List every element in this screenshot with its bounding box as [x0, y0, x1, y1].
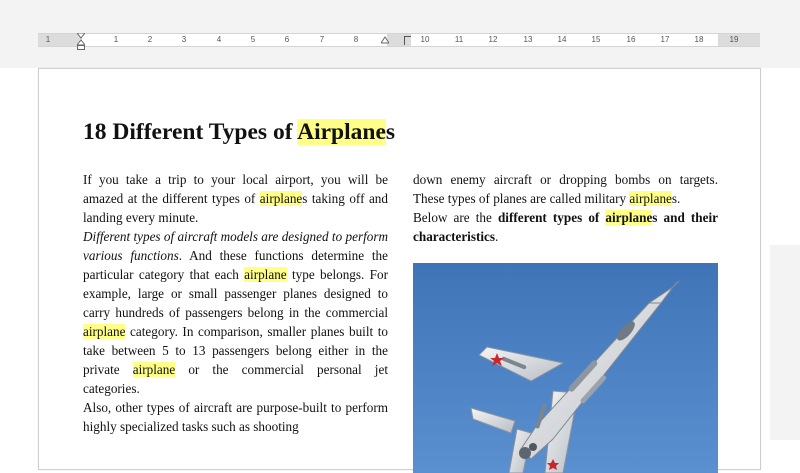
- ruler-label: 5: [250, 35, 256, 44]
- left-column: If you take a trip to your local airport…: [83, 170, 388, 436]
- ruler-label: 13: [523, 35, 533, 44]
- right-indent-marker[interactable]: [381, 36, 389, 46]
- ruler-label: 7: [319, 35, 325, 44]
- ruler-label: 18: [694, 35, 704, 44]
- ruler-right-margin: [718, 34, 760, 46]
- tab-stop-marker[interactable]: [404, 36, 411, 45]
- right-column: down enemy aircraft or dropping bombs on…: [413, 170, 718, 246]
- search-highlight: airplane: [83, 324, 126, 339]
- ruler-label: 8: [353, 35, 359, 44]
- first-line-indent-marker[interactable]: [77, 33, 85, 50]
- ruler-label: 16: [626, 35, 636, 44]
- search-highlight: airplane: [244, 267, 287, 282]
- paragraph-intro: If you take a trip to your local airport…: [83, 172, 388, 225]
- search-highlight: airplane: [605, 210, 653, 225]
- ruler-left-margin: [38, 34, 82, 46]
- ruler-label: 12: [488, 35, 498, 44]
- ruler-label: 1: [45, 35, 51, 44]
- ruler-label: 15: [591, 35, 601, 44]
- fighter-jet-photo[interactable]: [413, 263, 718, 473]
- ruler-label: 11: [454, 35, 464, 44]
- search-highlight: airplane: [259, 191, 303, 206]
- document-page[interactable]: 18 Different Types of Airplanes If you t…: [38, 68, 761, 473]
- paragraph-military: down enemy aircraft or dropping bombs on…: [413, 172, 718, 206]
- search-highlight: airplane: [629, 191, 672, 206]
- ruler-label: 10: [420, 35, 430, 44]
- ruler-label: 2: [147, 35, 153, 44]
- ruler-label: 3: [181, 35, 187, 44]
- ruler-label: 6: [284, 35, 290, 44]
- scroll-area: [770, 245, 800, 440]
- paragraph-functions: Different types of aircraft models are d…: [83, 229, 388, 396]
- jet-illustration: [470, 280, 680, 473]
- search-highlight: airplane: [132, 362, 176, 377]
- horizontal-ruler[interactable]: 1 1 2 3 4 5 6 7 8 10 11 12 13 14 15 16 1…: [38, 33, 760, 47]
- search-highlight: Airplane: [297, 119, 386, 145]
- document-title: 18 Different Types of Airplanes: [83, 119, 396, 145]
- ruler-label: 19: [729, 35, 739, 44]
- ruler-label: 4: [216, 35, 222, 44]
- paragraph-below: Below are the different types of airplan…: [413, 210, 718, 244]
- ruler-label: 14: [557, 35, 567, 44]
- ruler-label: 17: [660, 35, 670, 44]
- ruler-label: 1: [113, 35, 119, 44]
- paragraph-specialized: Also, other types of aircraft are purpos…: [83, 400, 388, 434]
